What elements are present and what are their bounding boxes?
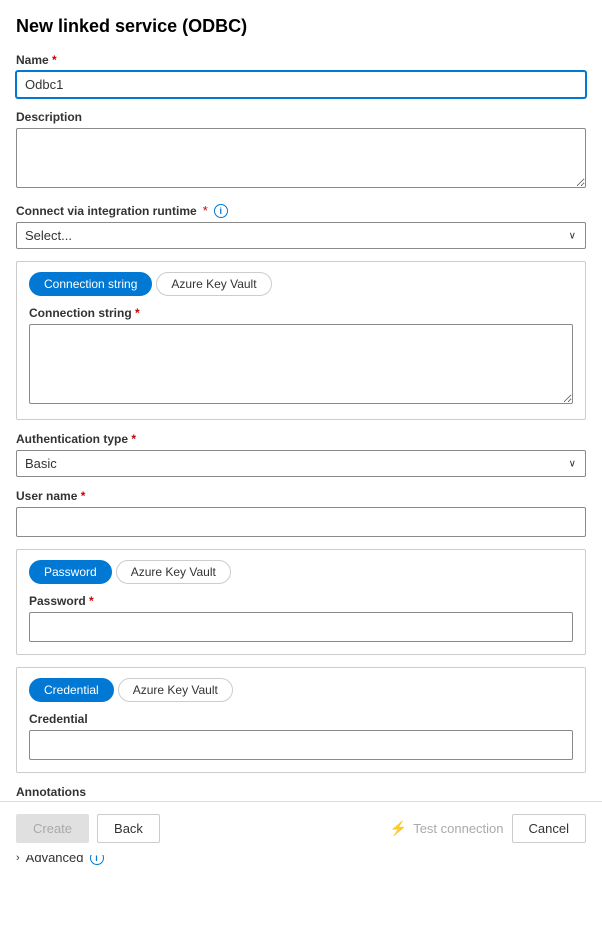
credential-tabs: Credential Azure Key Vault	[29, 668, 573, 702]
create-button[interactable]: Create	[16, 814, 89, 843]
auth-type-select-wrapper[interactable]: Basic ∨	[16, 450, 586, 477]
runtime-info-icon: i	[214, 204, 228, 218]
back-button[interactable]: Back	[97, 814, 160, 843]
username-label: User name *	[16, 489, 586, 503]
auth-type-select[interactable]: Basic	[16, 450, 586, 477]
runtime-label: Connect via integration runtime	[16, 204, 197, 218]
tab-azure-key-vault-conn[interactable]: Azure Key Vault	[156, 272, 271, 296]
credential-inner-group: Credential	[29, 712, 573, 760]
runtime-select[interactable]: Select...	[16, 222, 586, 249]
credential-label: Credential	[29, 712, 573, 726]
password-section: Password Azure Key Vault Password *	[16, 549, 586, 655]
credential-section: Credential Azure Key Vault Credential	[16, 667, 586, 773]
auth-type-label: Authentication type *	[16, 432, 586, 446]
auth-type-group: Authentication type * Basic ∨	[16, 432, 586, 477]
conn-string-inner-group: Connection string *	[29, 306, 573, 407]
connection-string-section: Connection string Azure Key Vault Connec…	[16, 261, 586, 420]
test-connection-button[interactable]: ⚡ Test connection	[390, 814, 504, 843]
tab-azure-key-vault-credential[interactable]: Azure Key Vault	[118, 678, 233, 702]
name-input[interactable]	[16, 71, 586, 98]
password-label: Password *	[29, 594, 573, 608]
description-label: Description	[16, 110, 586, 124]
connection-string-input[interactable]	[29, 324, 573, 404]
runtime-group: Connect via integration runtime * i Sele…	[16, 203, 586, 249]
password-inner-group: Password *	[29, 594, 573, 642]
page-title: New linked service (ODBC)	[16, 16, 586, 37]
description-input[interactable]	[16, 128, 586, 188]
credential-input[interactable]	[29, 730, 573, 760]
lightning-icon: ⚡	[390, 820, 407, 837]
username-input[interactable]	[16, 507, 586, 537]
name-label: Name *	[16, 53, 586, 67]
runtime-select-wrapper[interactable]: Select... ∨	[16, 222, 586, 249]
tab-credential[interactable]: Credential	[29, 678, 114, 702]
username-group: User name *	[16, 489, 586, 537]
tab-azure-key-vault-password[interactable]: Azure Key Vault	[116, 560, 231, 584]
password-input[interactable]	[29, 612, 573, 642]
footer: Create Back ⚡ Test connection Cancel	[0, 801, 602, 855]
annotations-label: Annotations	[16, 785, 586, 799]
password-tabs: Password Azure Key Vault	[29, 550, 573, 584]
tab-connection-string[interactable]: Connection string	[29, 272, 152, 296]
name-group: Name *	[16, 53, 586, 98]
conn-string-label: Connection string *	[29, 306, 573, 320]
cancel-button[interactable]: Cancel	[512, 814, 586, 843]
tab-password[interactable]: Password	[29, 560, 112, 584]
description-group: Description	[16, 110, 586, 191]
connection-string-tabs: Connection string Azure Key Vault	[29, 262, 573, 296]
